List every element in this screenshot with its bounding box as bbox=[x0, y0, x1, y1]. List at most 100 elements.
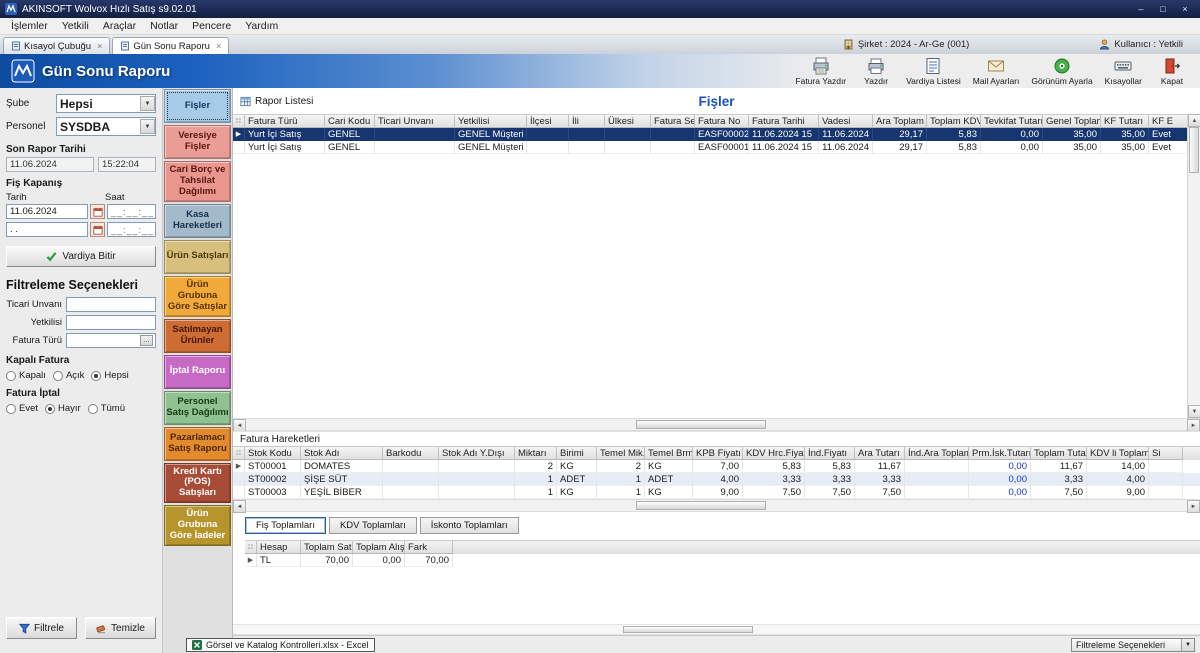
kapanis-time-input[interactable]: __:__:__ bbox=[107, 204, 156, 219]
bottom-tab-1[interactable]: KDV Toplamları bbox=[329, 517, 417, 534]
scroll-down-icon[interactable]: ▼ bbox=[1188, 405, 1200, 418]
menu-item-1[interactable]: Yetkili bbox=[55, 19, 96, 33]
tab-close-icon[interactable]: × bbox=[216, 41, 221, 51]
column-header[interactable]: Vadesi bbox=[819, 115, 873, 128]
calendar-button[interactable] bbox=[90, 204, 105, 219]
radio-option[interactable]: Hayır bbox=[45, 403, 81, 414]
column-header[interactable]: Fatura Seri bbox=[651, 115, 695, 128]
toolbar-button-3[interactable]: Mail Ayarları bbox=[967, 56, 1026, 87]
column-header[interactable]: Toplam Tutar bbox=[1031, 447, 1087, 460]
bottom-scrollbar[interactable] bbox=[233, 624, 1200, 635]
close-button[interactable]: × bbox=[1175, 3, 1195, 16]
column-header[interactable]: Hesap bbox=[257, 541, 301, 554]
menu-item-4[interactable]: Pencere bbox=[185, 19, 238, 33]
report-button-3[interactable]: Kasa Hareketleri bbox=[164, 204, 231, 238]
table-row[interactable]: Yurt İçi SatışGENELGENEL MüşteriEASF0000… bbox=[233, 141, 1187, 154]
totals-table[interactable]: ∷HesapToplam SatışToplam AlışFark▶TL70,0… bbox=[245, 540, 1200, 567]
column-header[interactable]: Fatura Tarihi bbox=[749, 115, 819, 128]
scroll-thumb[interactable] bbox=[1189, 127, 1199, 173]
radio-option[interactable]: Açık bbox=[53, 370, 84, 381]
column-header[interactable]: KDV Hrc.Fiyat bbox=[743, 447, 805, 460]
menu-item-2[interactable]: Araçlar bbox=[96, 19, 143, 33]
report-button-8[interactable]: Personel Satış Dağılımı bbox=[164, 391, 231, 425]
column-header[interactable]: İlçesi bbox=[527, 115, 569, 128]
field-input-0[interactable] bbox=[66, 297, 156, 312]
table-row[interactable]: ST00003YEŞİL BİBER1KG1KG9,007,507,507,50… bbox=[233, 486, 1200, 499]
calendar-button[interactable] bbox=[90, 222, 105, 237]
bottom-tab-0[interactable]: Fiş Toplamları bbox=[245, 517, 326, 534]
toolbar-button-0[interactable]: Fatura Yazdır bbox=[789, 56, 852, 87]
column-header[interactable]: Fatura No bbox=[695, 115, 749, 128]
column-header[interactable]: Prm.İsk.Tutarı bbox=[969, 447, 1031, 460]
maximize-button[interactable]: □ bbox=[1153, 3, 1173, 16]
scroll-thumb[interactable] bbox=[636, 501, 766, 510]
temizle-button[interactable]: Temizle bbox=[85, 617, 156, 639]
report-button-4[interactable]: Ürün Satışları bbox=[164, 240, 231, 274]
tab-0[interactable]: Kısayol Çubuğu× bbox=[3, 37, 110, 54]
column-header[interactable]: Stok Adı Y.Dışı bbox=[439, 447, 515, 460]
table-row[interactable]: ▶TL70,000,0070,00 bbox=[245, 554, 1200, 567]
column-header[interactable]: İnd.Ara Toplam bbox=[905, 447, 969, 460]
scroll-thumb[interactable] bbox=[623, 626, 753, 633]
column-header[interactable]: Toplam Satış bbox=[301, 541, 353, 554]
filtrele-button[interactable]: Filtrele bbox=[6, 617, 77, 639]
kapanis-date-input[interactable]: . . bbox=[6, 222, 88, 237]
menu-item-5[interactable]: Yardım bbox=[238, 19, 285, 33]
radio-option[interactable]: Tümü bbox=[88, 403, 125, 414]
kapanis-time-input[interactable]: __:__:__ bbox=[107, 222, 156, 237]
table-row[interactable]: ST00002ŞİŞE SÜT1ADET1ADET4,003,333,333,3… bbox=[233, 473, 1200, 486]
report-button-9[interactable]: Pazarlamacı Satış Raporu bbox=[164, 427, 231, 461]
report-button-0[interactable]: Fişler bbox=[164, 89, 231, 123]
kapanis-date-input[interactable]: 11.06.2024 bbox=[6, 204, 88, 219]
column-header[interactable]: KPB Fiyatı bbox=[693, 447, 743, 460]
chevron-down-icon[interactable]: ▼ bbox=[140, 96, 155, 111]
column-header[interactable]: Barkodu bbox=[383, 447, 439, 460]
filter-options-combo[interactable]: Filtreleme Seçenekleri ▼ bbox=[1071, 638, 1195, 652]
column-header[interactable]: Stok Adı bbox=[301, 447, 383, 460]
chevron-down-icon[interactable]: ▼ bbox=[1181, 639, 1194, 651]
scroll-left-icon[interactable]: ◄ bbox=[233, 500, 246, 513]
column-header[interactable]: Si bbox=[1149, 447, 1183, 460]
column-header[interactable]: İnd.Fiyatı bbox=[805, 447, 855, 460]
radio-option[interactable]: Evet bbox=[6, 403, 38, 414]
rapor-listesi-header[interactable]: Rapor Listesi bbox=[240, 96, 313, 107]
vertical-scrollbar[interactable]: ▲ ▼ bbox=[1187, 114, 1200, 418]
column-header[interactable]: KF E bbox=[1149, 115, 1187, 128]
column-header[interactable]: KDV li Toplam bbox=[1087, 447, 1149, 460]
horizontal-scrollbar-1[interactable]: ◄ ► bbox=[233, 418, 1200, 431]
column-header[interactable]: Tevkifat Tutarı bbox=[981, 115, 1043, 128]
chevron-down-icon[interactable]: ▼ bbox=[140, 119, 155, 134]
tab-close-icon[interactable]: × bbox=[97, 41, 102, 51]
menu-item-3[interactable]: Notlar bbox=[143, 19, 185, 33]
scroll-up-icon[interactable]: ▲ bbox=[1188, 114, 1200, 127]
bottom-tab-2[interactable]: İskonto Toplamları bbox=[420, 517, 519, 534]
vardiya-bitir-button[interactable]: Vardiya Bitir bbox=[6, 246, 156, 267]
column-header[interactable]: Toplam Alış bbox=[353, 541, 405, 554]
field-input-1[interactable] bbox=[66, 315, 156, 330]
column-header[interactable]: Fatura Türü bbox=[245, 115, 325, 128]
column-header[interactable]: Temel Brm. bbox=[645, 447, 693, 460]
column-header[interactable]: Ara Tutarı bbox=[855, 447, 905, 460]
column-header[interactable]: Fark bbox=[405, 541, 453, 554]
column-header[interactable]: Yetkilisi bbox=[455, 115, 527, 128]
column-header[interactable]: Stok Kodu bbox=[245, 447, 301, 460]
menu-item-0[interactable]: İşlemler bbox=[4, 19, 55, 33]
column-header[interactable]: Toplam KDV bbox=[927, 115, 981, 128]
column-header[interactable]: Birimi bbox=[557, 447, 597, 460]
scroll-thumb[interactable] bbox=[636, 420, 766, 429]
radio-option[interactable]: Hepsi bbox=[91, 370, 128, 381]
column-header[interactable]: Ticari Unvanı bbox=[375, 115, 455, 128]
radio-option[interactable]: Kapalı bbox=[6, 370, 46, 381]
sube-combo[interactable]: Hepsi ▼ bbox=[56, 94, 156, 113]
report-button-2[interactable]: Cari Borç ve Tahsilat Dağılımı bbox=[164, 161, 231, 202]
report-button-1[interactable]: Veresiye Fişler bbox=[164, 125, 231, 159]
report-button-5[interactable]: Ürün Grubuna Göre Satışlar bbox=[164, 276, 231, 317]
report-button-7[interactable]: İptal Raporu bbox=[164, 355, 231, 389]
column-header[interactable]: Temel Mik. bbox=[597, 447, 645, 460]
minimize-button[interactable]: – bbox=[1131, 3, 1151, 16]
taskbar-preview[interactable]: Görsel ve Katalog Kontrolleri.xlsx - Exc… bbox=[186, 638, 375, 652]
toolbar-button-5[interactable]: Kısayollar bbox=[1099, 56, 1148, 87]
tab-1[interactable]: Gün Sonu Raporu× bbox=[112, 37, 229, 54]
personel-combo[interactable]: SYSDBA ▼ bbox=[56, 117, 156, 136]
table-row[interactable]: ▶Yurt İçi SatışGENELGENEL MüşteriEASF000… bbox=[233, 128, 1187, 141]
